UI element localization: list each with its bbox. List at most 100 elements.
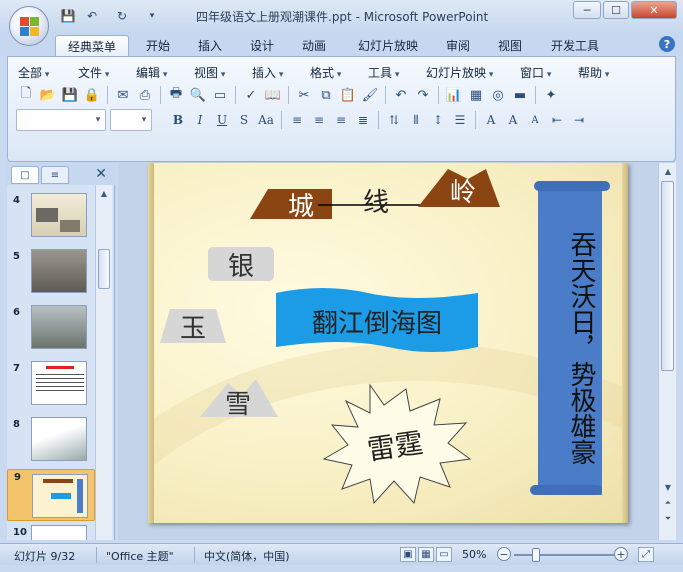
slide-thumbnail-selected[interactable]: 9 (7, 469, 95, 521)
shrink-font-icon[interactable]: A (525, 110, 545, 130)
panel-scroll-thumb[interactable] (98, 249, 110, 289)
text-direction-icon[interactable]: ⇅ (384, 110, 404, 130)
slide-thumbnail[interactable]: 8 (7, 417, 95, 465)
save-icon[interactable]: 💾 (60, 8, 76, 24)
tab-view[interactable]: 视图 (488, 35, 532, 56)
undo-icon[interactable]: ↶ (84, 8, 100, 24)
slide-thumbnail[interactable]: 4 (7, 193, 95, 241)
slide-thumbnail[interactable]: 5 (7, 249, 95, 297)
research-icon[interactable]: 📖 (263, 85, 283, 105)
slide-thumbnail[interactable]: 6 (7, 305, 95, 353)
columns-icon[interactable]: ⫴ (406, 110, 426, 130)
help-icon[interactable]: ? (659, 36, 675, 52)
redo-toolbar-icon[interactable]: ↷ (413, 85, 433, 105)
editor-scroll-thumb[interactable] (661, 181, 674, 371)
decrease-indent-icon[interactable]: ⇤ (547, 110, 567, 130)
align-right-icon[interactable]: ≡ (331, 110, 351, 130)
zoom-slider-handle[interactable] (532, 548, 540, 562)
menu-slideshow[interactable]: 幻灯片放映 (426, 64, 493, 81)
scroll-up-icon[interactable]: ▲ (98, 187, 110, 199)
shapes-icon[interactable]: ◎ (488, 85, 508, 105)
editor-scrollbar[interactable]: ▲ ▼ ⏶ ⏷ (658, 163, 676, 540)
chart-icon[interactable]: 📊 (444, 85, 464, 105)
next-slide-icon[interactable]: ⏷ (662, 513, 674, 525)
new-slide-icon[interactable]: ✦ (541, 85, 561, 105)
save-file-icon[interactable]: 💾 (60, 85, 80, 105)
tab-developer[interactable]: 开发工具 (542, 35, 608, 56)
minimize-button[interactable]: ─ (573, 1, 601, 19)
slide-thumbnail[interactable]: 7 (7, 361, 95, 409)
maximize-button[interactable]: ☐ (603, 1, 629, 19)
grow-font-icon[interactable]: A (503, 110, 523, 130)
permission-icon[interactable]: 🔒 (82, 85, 102, 105)
print-preview-icon[interactable]: 🔍 (188, 85, 208, 105)
tab-outline[interactable]: ≡ (41, 166, 69, 184)
menu-format[interactable]: 格式 (310, 64, 341, 81)
menu-help[interactable]: 帮助 (578, 64, 609, 81)
zoom-level[interactable]: 50% (462, 548, 486, 561)
tab-slideshow[interactable]: 幻灯片放映 (350, 35, 426, 56)
tab-review[interactable]: 审阅 (436, 35, 480, 56)
tab-classic-menu[interactable]: 经典菜单 (55, 35, 129, 56)
undo-toolbar-icon[interactable]: ↶ (391, 85, 411, 105)
italic-icon[interactable]: I (190, 110, 210, 130)
normal-view-icon[interactable]: ▣ (400, 547, 416, 562)
menu-all[interactable]: 全部 (18, 64, 49, 81)
color-icon[interactable]: ▬ (510, 85, 530, 105)
redo-icon[interactable]: ↻ (114, 8, 130, 24)
tab-design[interactable]: 设计 (240, 35, 284, 56)
line-spacing-icon[interactable]: ↕ (428, 110, 448, 130)
publish-icon[interactable]: ⎙ (135, 85, 155, 105)
tab-animation[interactable]: 动画 (292, 35, 336, 56)
bullets-icon[interactable]: ☰ (450, 110, 470, 130)
print-icon[interactable]: 🖶 (166, 85, 186, 105)
font-size-combo[interactable]: ▾ (110, 109, 152, 131)
office-button[interactable] (9, 6, 49, 46)
bold-icon[interactable]: B (168, 110, 188, 130)
change-case-icon[interactable]: Aa (256, 110, 276, 130)
menu-edit[interactable]: 编辑 (136, 64, 167, 81)
format-painter-icon[interactable]: 🖌 (360, 85, 380, 105)
slideshow-view-icon[interactable]: ▭ (436, 547, 452, 562)
slide-thumbnail[interactable]: 10 (7, 525, 95, 540)
align-center-icon[interactable]: ≡ (309, 110, 329, 130)
email-icon[interactable]: ✉ (113, 85, 133, 105)
tab-home[interactable]: 开始 (136, 35, 180, 56)
copy-icon[interactable]: ⧉ (316, 85, 336, 105)
scroll-down-icon[interactable]: ▼ (662, 481, 674, 493)
zoom-in-button[interactable]: + (614, 547, 628, 561)
underline-icon[interactable]: U (212, 110, 232, 130)
scroll-up-icon[interactable]: ▲ (662, 165, 674, 177)
tab-insert[interactable]: 插入 (188, 35, 232, 56)
slide-canvas[interactable]: 城 线 岭 银 玉 雪 翻江倒海图 雷霆 吞天沃日，势极雄豪 (148, 163, 628, 523)
panel-scrollbar[interactable]: ▲ (95, 185, 112, 540)
menu-window[interactable]: 窗口 (520, 64, 551, 81)
menu-insert[interactable]: 插入 (252, 64, 283, 81)
language-indicator[interactable]: 中文(简体，中国) (204, 548, 290, 564)
cut-icon[interactable]: ✂ (294, 85, 314, 105)
close-icon[interactable]: ✕ (95, 166, 107, 182)
paste-icon[interactable]: 📋 (338, 85, 358, 105)
zoom-slider-track[interactable] (514, 554, 614, 556)
menu-view[interactable]: 视图 (194, 64, 225, 81)
menu-tools[interactable]: 工具 (368, 64, 399, 81)
spelling-icon[interactable]: ✓ (241, 85, 261, 105)
open-icon[interactable]: 📂 (38, 85, 58, 105)
font-combo[interactable]: ▾ (16, 109, 106, 131)
tab-slides[interactable]: □ (11, 166, 39, 184)
slide-sorter-icon[interactable]: ▦ (418, 547, 434, 562)
font-color-icon[interactable]: A (481, 110, 501, 130)
layout-icon[interactable]: ▭ (210, 85, 230, 105)
table-icon[interactable]: ▦ (466, 85, 486, 105)
new-icon[interactable]: 🗋 (16, 85, 36, 105)
zoom-out-button[interactable]: − (497, 547, 511, 561)
shadow-icon[interactable]: S (234, 110, 254, 130)
customize-qat-icon[interactable]: ▾ (144, 8, 160, 24)
menu-file[interactable]: 文件 (78, 64, 109, 81)
align-left-icon[interactable]: ≡ (287, 110, 307, 130)
close-button[interactable]: ✕ (631, 1, 677, 19)
justify-icon[interactable]: ≣ (353, 110, 373, 130)
fit-to-window-icon[interactable]: ⤢ (638, 547, 654, 562)
previous-slide-icon[interactable]: ⏶ (662, 497, 674, 509)
increase-indent-icon[interactable]: ⇥ (569, 110, 589, 130)
